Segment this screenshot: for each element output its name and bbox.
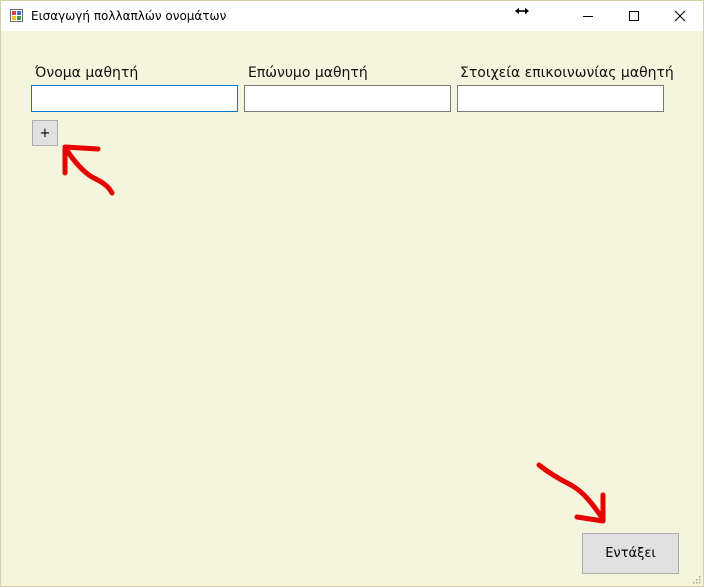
annotation-arrow-add bbox=[62, 144, 115, 196]
contact-label: Στοιχεία επικοινωνίας μαθητή bbox=[460, 65, 674, 81]
client-area: Όνομα μαθητή Επώνυμο μαθητή Στοιχεία επι… bbox=[1, 31, 703, 586]
annotation-arrow-ok bbox=[536, 462, 606, 524]
first-name-input[interactable] bbox=[31, 85, 238, 112]
size-grip-icon[interactable] bbox=[691, 574, 701, 584]
add-row-button[interactable]: + bbox=[32, 120, 58, 146]
ok-button-label: Εντάξει bbox=[605, 546, 656, 561]
resize-cursor-icon bbox=[515, 7, 529, 15]
title-bar[interactable]: Εισαγωγή πολλαπλών ονομάτων bbox=[1, 1, 703, 31]
maximize-icon bbox=[629, 11, 639, 21]
contact-input[interactable] bbox=[457, 85, 664, 112]
dialog-window: Εισαγωγή πολλαπλών ονομάτων Όνομα μαθητή… bbox=[0, 0, 704, 587]
app-icon bbox=[10, 9, 23, 22]
last-name-label: Επώνυμο μαθητή bbox=[248, 65, 368, 81]
last-name-input[interactable] bbox=[244, 85, 451, 112]
window-title: Εισαγωγή πολλαπλών ονομάτων bbox=[31, 9, 227, 23]
ok-button[interactable]: Εντάξει bbox=[582, 533, 679, 574]
minimize-icon bbox=[583, 16, 593, 17]
close-button[interactable] bbox=[657, 1, 703, 31]
close-icon bbox=[674, 10, 686, 22]
maximize-button[interactable] bbox=[611, 1, 657, 31]
first-name-label: Όνομα μαθητή bbox=[35, 65, 139, 81]
add-row-button-label: + bbox=[39, 125, 51, 141]
minimize-button[interactable] bbox=[565, 1, 611, 31]
